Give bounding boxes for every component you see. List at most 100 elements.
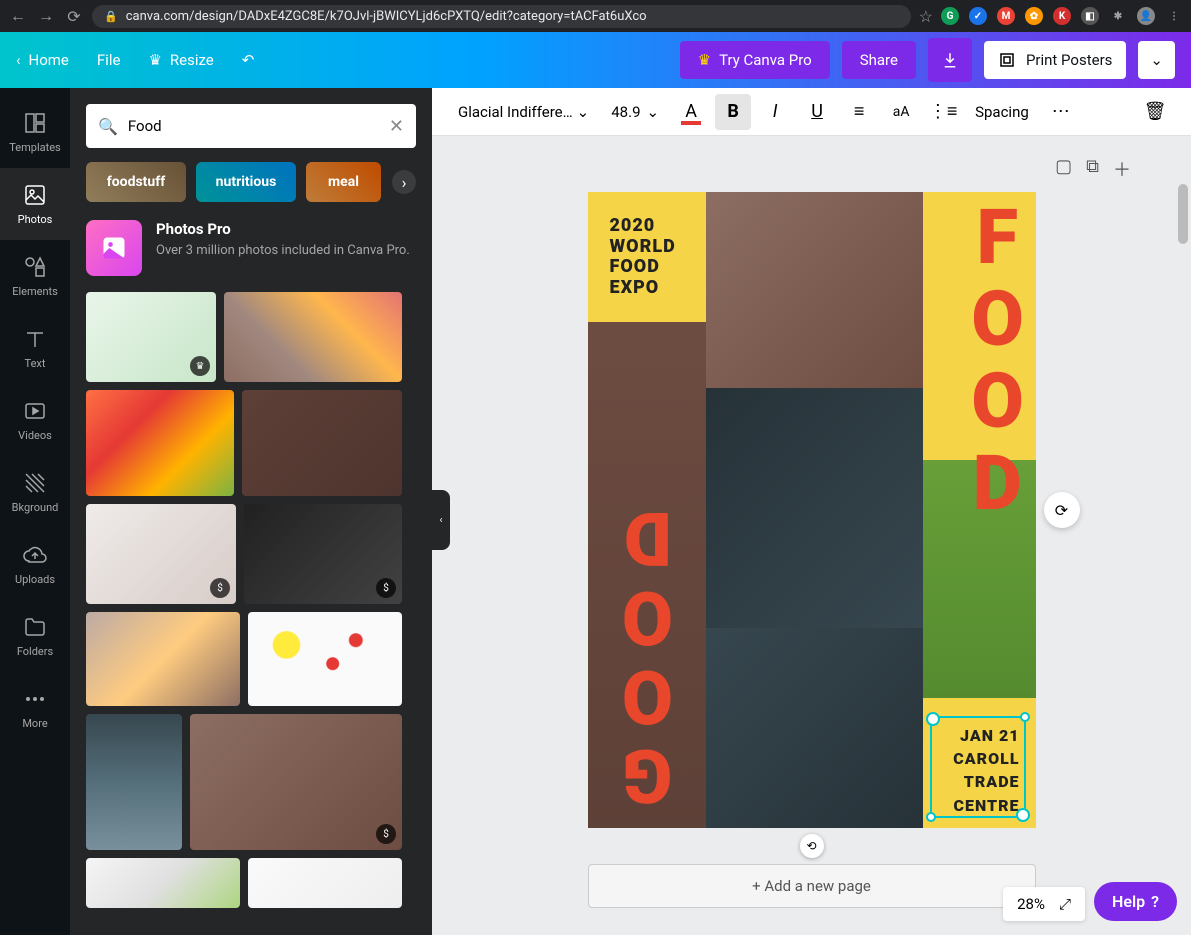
duplicate-icon[interactable]: ⧉ (1086, 156, 1099, 182)
add-page-button[interactable]: + Add a new page (588, 864, 1036, 908)
poster-food-text[interactable]: FOOD (967, 192, 1028, 520)
print-dropdown[interactable]: ⌄ (1138, 41, 1175, 79)
undo-button[interactable]: ↶ (242, 51, 255, 69)
rail-uploads[interactable]: Uploads (0, 528, 70, 600)
back-icon[interactable]: ← (8, 6, 28, 26)
avatar[interactable]: 👤 (1137, 7, 1155, 25)
star-icon[interactable]: ☆ (919, 7, 933, 26)
thumb[interactable] (242, 390, 402, 496)
poster-image[interactable] (706, 192, 923, 388)
thumb[interactable]: $ (244, 504, 402, 604)
poster-heading[interactable]: 2020WORLDFOODEXPO (610, 216, 676, 299)
app-top-bar: ‹Home File ♛Resize ↶ ♛Try Canva Pro Shar… (0, 32, 1191, 88)
ext-icon[interactable]: ✓ (969, 7, 987, 25)
ext-icon[interactable]: M (997, 7, 1015, 25)
rail-videos[interactable]: Videos (0, 384, 70, 456)
chips-scroll-right[interactable]: › (392, 170, 416, 194)
search-input[interactable] (128, 117, 379, 135)
left-rail: Templates Photos Elements Text Videos Bk… (0, 88, 70, 935)
url-bar[interactable]: 🔒 canva.com/design/DADxE4ZGC8E/k7OJvl-jB… (92, 5, 911, 28)
italic-button[interactable]: I (757, 94, 793, 130)
ext-icon[interactable]: ◧ (1081, 7, 1099, 25)
clear-search-icon[interactable]: ✕ (389, 116, 404, 137)
zoom-value: 28% (1017, 895, 1045, 913)
ext-icon[interactable]: G (941, 7, 959, 25)
share-button[interactable]: Share (842, 41, 916, 79)
search-box[interactable]: 🔍 ✕ (86, 104, 416, 148)
forward-icon[interactable]: → (36, 6, 56, 26)
filter-chips: foodstuff nutritious meal › (86, 162, 416, 202)
rail-folders[interactable]: Folders (0, 600, 70, 672)
text-color-button[interactable]: A (673, 94, 709, 130)
add-page-icon[interactable]: ＋ (1113, 156, 1131, 182)
help-icon: ? (1151, 892, 1159, 911)
reload-icon[interactable]: ⟳ (64, 6, 84, 26)
poster-good-text[interactable]: GOOD (618, 502, 677, 818)
case-button[interactable]: aA (883, 94, 919, 130)
spacing-button[interactable]: Spacing (967, 103, 1037, 121)
price-badge: $ (210, 578, 230, 598)
rail-templates[interactable]: Templates (0, 96, 70, 168)
list-button[interactable]: ⋮≡ (925, 94, 961, 130)
poster-image[interactable] (706, 628, 923, 828)
rail-photos[interactable]: Photos (0, 168, 70, 240)
thumb[interactable] (86, 612, 240, 706)
menu-icon[interactable]: ⋮ (1165, 7, 1183, 25)
chip-nutritious[interactable]: nutritious (196, 162, 296, 202)
fullscreen-icon[interactable]: ⤢ (1059, 895, 1071, 913)
download-button[interactable] (928, 38, 972, 82)
pro-desc: Over 3 million photos included in Canva … (156, 242, 410, 260)
url-text: canva.com/design/DADxE4ZGC8E/k7OJvl-jBWI… (126, 9, 647, 24)
ext-icon[interactable]: ✿ (1025, 7, 1043, 25)
vertical-scrollbar[interactable] (1177, 184, 1189, 935)
print-button[interactable]: Print Posters (984, 41, 1126, 79)
pro-title: Photos Pro (156, 220, 410, 238)
home-button[interactable]: ‹Home (16, 51, 69, 69)
sync-icon[interactable]: ⟲ (800, 834, 824, 858)
text-toolbar: Glacial Indiffere…⌄ 48.9⌄ A B I U ≡ aA ⋮… (432, 88, 1191, 136)
rail-more[interactable]: More (0, 672, 70, 744)
align-button[interactable]: ≡ (841, 94, 877, 130)
bold-button[interactable]: B (715, 94, 751, 130)
underline-button[interactable]: U (799, 94, 835, 130)
rail-background[interactable]: Bkground (0, 456, 70, 528)
thumb[interactable] (86, 714, 182, 850)
ext-icon[interactable]: ✱ (1109, 7, 1127, 25)
rotate-button[interactable]: ⟳ (1044, 492, 1080, 528)
try-pro-button[interactable]: ♛Try Canva Pro (680, 41, 830, 79)
photos-pro-banner[interactable]: Photos Pro Over 3 million photos include… (86, 220, 416, 276)
rail-text[interactable]: Text (0, 312, 70, 384)
font-family-select[interactable]: Glacial Indiffere…⌄ (450, 99, 597, 125)
chip-foodstuff[interactable]: foodstuff (86, 162, 186, 202)
more-button[interactable]: ⋯ (1043, 94, 1079, 130)
thumb[interactable]: $ (86, 504, 236, 604)
canvas-area[interactable]: ▢ ⧉ ＋ 2020WORLDFOODEXPO FOOD GOOD JAN 2 (432, 136, 1191, 935)
delete-button[interactable]: 🗑 (1137, 94, 1173, 130)
notes-icon[interactable]: ▢ (1055, 156, 1072, 182)
thumb[interactable] (248, 858, 402, 908)
resize-button[interactable]: ♛Resize (148, 51, 213, 69)
poster-canvas[interactable]: 2020WORLDFOODEXPO FOOD GOOD JAN 21CAROLL… (588, 192, 1036, 828)
font-size-select[interactable]: 48.9⌄ (603, 99, 667, 125)
thumb[interactable] (86, 390, 234, 496)
chip-meal[interactable]: meal (306, 162, 381, 202)
rail-elements[interactable]: Elements (0, 240, 70, 312)
selected-text-block[interactable]: JAN 21CAROLLTRADECENTRE (930, 716, 1026, 818)
thumb[interactable] (224, 292, 402, 382)
thumb[interactable]: $ (190, 714, 402, 850)
price-badge: $ (376, 824, 396, 844)
zoom-control[interactable]: 28% ⤢ (1003, 887, 1085, 921)
panel-collapse-handle[interactable]: ‹ (432, 490, 450, 550)
side-panel: 🔍 ✕ foodstuff nutritious meal › Photos P… (70, 88, 432, 935)
lock-icon: 🔒 (104, 10, 118, 23)
editor-area: Glacial Indiffere…⌄ 48.9⌄ A B I U ≡ aA ⋮… (432, 88, 1191, 935)
extension-icons: G ✓ M ✿ K ◧ ✱ 👤 ⋮ (941, 7, 1183, 25)
ext-icon[interactable]: K (1053, 7, 1071, 25)
thumb[interactable]: ♛ (86, 292, 216, 382)
thumb[interactable] (248, 612, 402, 706)
thumb[interactable] (86, 858, 240, 908)
file-menu[interactable]: File (97, 51, 121, 69)
poster-image[interactable] (706, 388, 923, 628)
help-button[interactable]: Help? (1094, 882, 1177, 921)
crown-icon: ♛ (148, 51, 161, 69)
